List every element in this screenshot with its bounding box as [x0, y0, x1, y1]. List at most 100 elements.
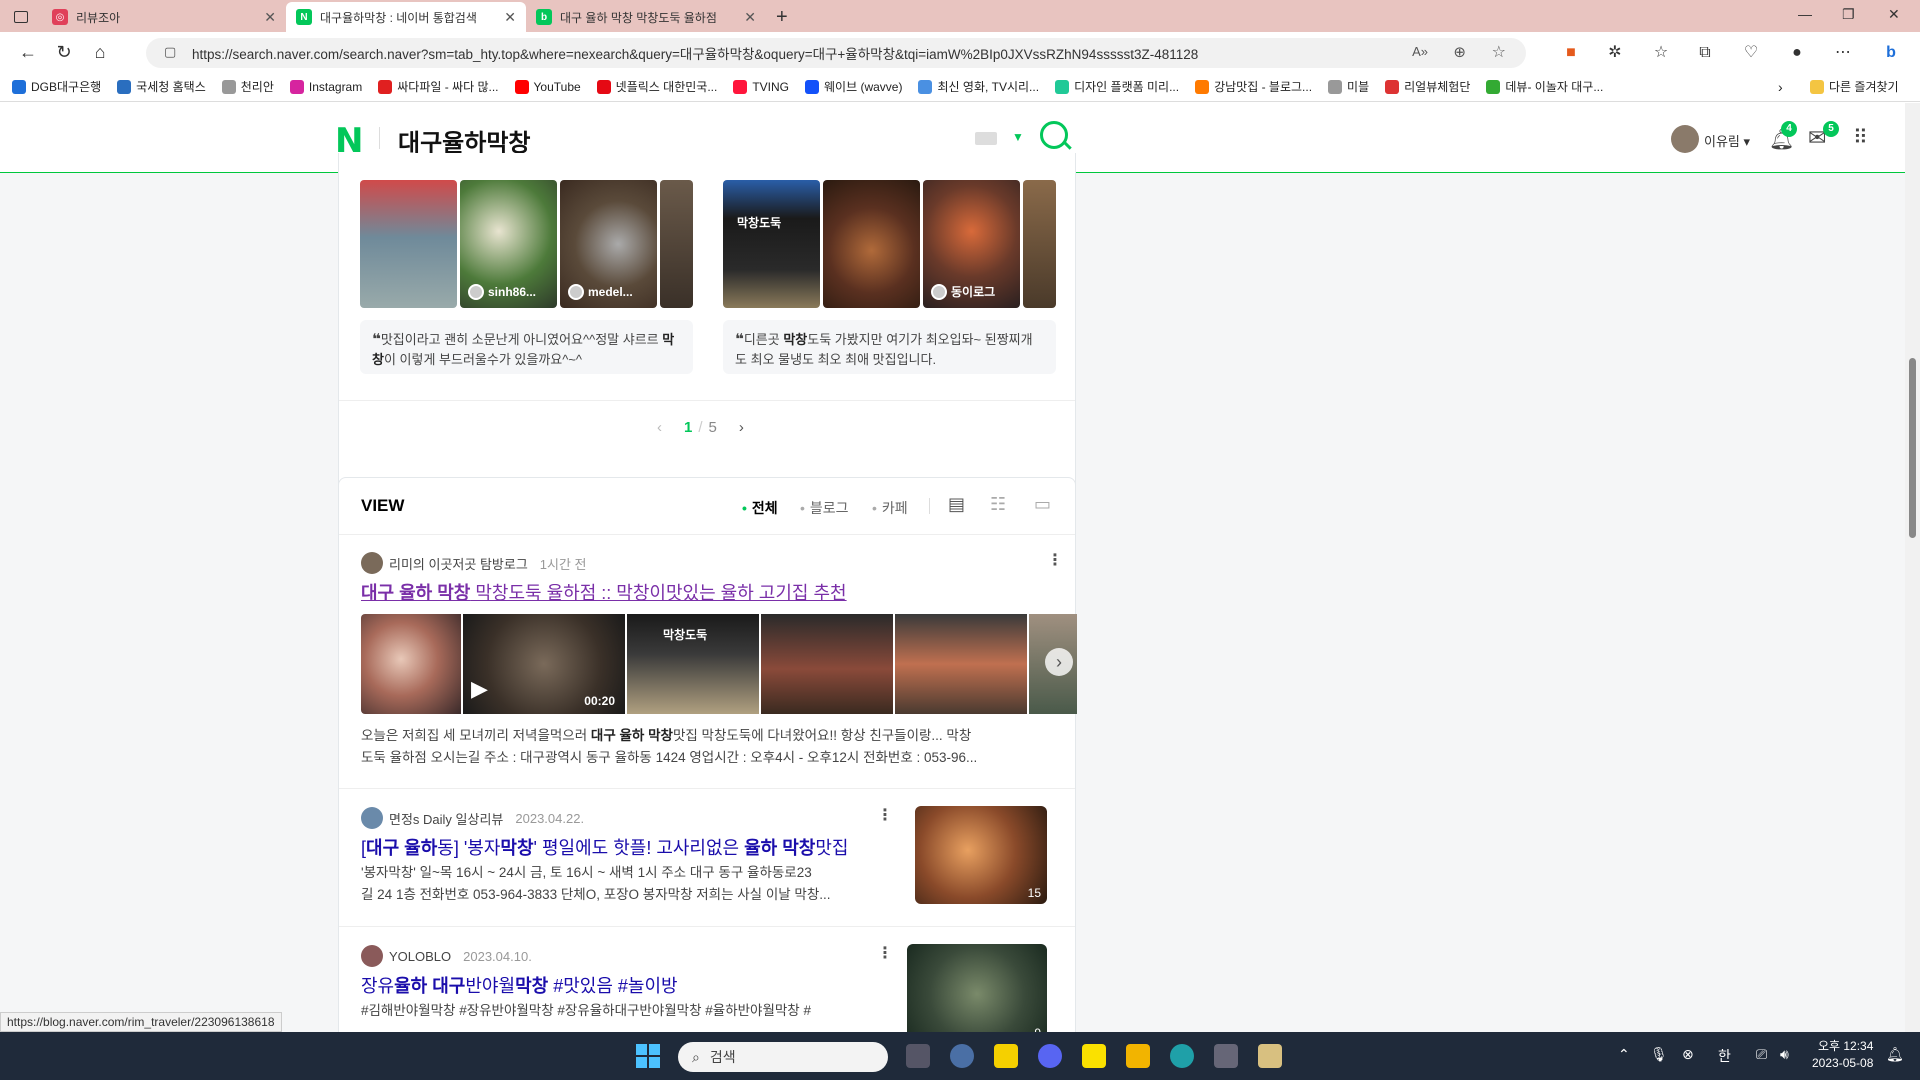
bookmarks-overflow-icon[interactable]: › — [1778, 79, 1783, 95]
review-image[interactable]: 막창도둑 — [723, 180, 820, 308]
close-tab-icon[interactable]: ✕ — [264, 9, 276, 26]
review-image[interactable]: sinh86... — [460, 180, 557, 308]
post-thumbnail[interactable]: 15 — [915, 806, 1047, 904]
bookmark-item[interactable]: 디자인 플랫폼 미리... — [1055, 78, 1179, 95]
zoom-icon[interactable]: ⊕ — [1453, 43, 1466, 61]
bookmark-item[interactable]: 리얼뷰체험단 — [1385, 78, 1470, 95]
bookmark-item[interactable]: 천리안 — [221, 78, 274, 95]
restore-icon[interactable]: ❐ — [1842, 6, 1855, 23]
bing-copilot-icon[interactable]: b — [1878, 40, 1904, 66]
tab-naver-search[interactable]: N 대구율하막창 : 네이버 통합검색 ✕ — [286, 2, 526, 32]
extension-icon[interactable]: ■ — [1558, 40, 1584, 66]
favorite-star-icon[interactable]: ☆ — [1492, 42, 1506, 62]
bookmark-item[interactable]: 웨이브 (wavve) — [805, 78, 902, 95]
close-window-icon[interactable]: ✕ — [1888, 6, 1900, 23]
post-image[interactable]: 막창도둑 — [627, 614, 759, 714]
kakaotalk-icon[interactable] — [1082, 1044, 1106, 1068]
review-image[interactable]: 동이로그 — [923, 180, 1020, 308]
back-icon[interactable]: ← — [10, 42, 46, 63]
bookmark-item[interactable]: 미블 — [1328, 78, 1369, 95]
chevron-right-icon[interactable]: › — [1045, 648, 1073, 676]
tab-review[interactable]: ◎ 리뷰조아 ✕ — [42, 2, 286, 32]
review-image[interactable] — [1023, 180, 1056, 308]
task-view-icon[interactable] — [906, 1044, 930, 1068]
close-circle-icon[interactable]: ⊗ — [1682, 1046, 1694, 1063]
post-author[interactable]: 리미의 이곳저곳 탐방로그 1시간 전 — [361, 552, 587, 574]
username-menu[interactable]: 이유림 ▾ — [1704, 131, 1750, 150]
post-image[interactable] — [895, 614, 1027, 714]
address-bar[interactable]: ▢ https://search.naver.com/search.naver?… — [146, 38, 1526, 68]
bookmark-item[interactable]: 싸다파일 - 싸다 많... — [378, 78, 499, 95]
close-tab-icon[interactable]: ✕ — [744, 9, 756, 26]
home-icon[interactable]: ⌂ — [82, 42, 118, 63]
post-title-link[interactable]: [대구 율하동] '봉자막창' 평일에도 핫플! 고사리없은 율하 막창맛집 — [361, 834, 849, 860]
filter-tab-cafe[interactable]: 카페 — [872, 498, 908, 518]
review-image[interactable] — [660, 180, 693, 308]
post-author[interactable]: YOLOBLO 2023.04.10. — [361, 945, 532, 967]
keyboard-icon[interactable] — [975, 132, 997, 145]
chevron-left-icon[interactable]: ‹ — [657, 419, 662, 436]
post-video[interactable]: ▶ 00:20 — [463, 614, 625, 714]
microphone-icon[interactable]: 🎙︎ — [1650, 1046, 1668, 1063]
new-tab-button[interactable]: + — [766, 2, 806, 32]
minimize-icon[interactable]: — — [1798, 6, 1812, 22]
page-scrollbar[interactable] — [1905, 103, 1920, 1032]
tab-actions-button[interactable] — [0, 2, 42, 32]
video-view-icon[interactable]: ▭ — [1034, 494, 1051, 515]
chevron-right-icon[interactable]: › — [739, 419, 744, 436]
card-view-icon[interactable]: ☷ — [990, 494, 1006, 515]
other-favorites-folder[interactable]: 다른 즐겨찾기 — [1810, 78, 1899, 95]
bookmark-item[interactable]: DGB대구은행 — [12, 78, 101, 95]
system-clock[interactable]: 오후 12:34 2023-05-08 — [1812, 1038, 1873, 1072]
bookmark-item[interactable]: TVING — [733, 79, 789, 94]
avatar[interactable] — [1671, 125, 1699, 153]
more-options-icon[interactable]: ⋮ — [877, 943, 893, 963]
taskbar-search[interactable]: ⌕ 검색 — [678, 1042, 888, 1072]
more-options-icon[interactable]: ⋮ — [877, 805, 893, 825]
collections-icon[interactable]: ⧉ — [1692, 40, 1718, 66]
bookmark-item[interactable]: Instagram — [289, 79, 362, 94]
page-info-icon[interactable]: ▢ — [164, 44, 176, 60]
profile-icon[interactable]: ● — [1784, 40, 1810, 66]
filter-tab-blog[interactable]: 블로그 — [800, 498, 849, 518]
notification-icon[interactable]: 🔔︎ — [1886, 1046, 1904, 1063]
bookmark-item[interactable]: 넷플릭스 대한민국... — [596, 78, 717, 95]
bookmark-item[interactable]: 강남맛집 - 블로그... — [1195, 78, 1312, 95]
chevron-down-icon[interactable]: ▼ — [1012, 130, 1024, 144]
apps-grid-icon[interactable]: ⠿ — [1853, 125, 1868, 150]
read-aloud-icon[interactable]: A» — [1412, 44, 1428, 59]
network-icon[interactable]: ⎚ — [1756, 1046, 1767, 1063]
search-icon[interactable] — [1040, 121, 1068, 149]
more-menu-icon[interactable]: ⋯ — [1830, 40, 1856, 66]
review-image[interactable] — [360, 180, 457, 308]
post-image[interactable] — [761, 614, 893, 714]
post-title-link[interactable]: 대구 율하 막창 막창도둑 율하점 :: 막창이맛있는 율하 고기집 추천 — [361, 579, 847, 605]
file-explorer-icon[interactable] — [1126, 1044, 1150, 1068]
sticky-notes-icon[interactable] — [994, 1044, 1018, 1068]
bookmark-item[interactable]: YouTube — [514, 79, 581, 94]
bookmark-item[interactable]: 국세청 홈택스 — [117, 78, 206, 95]
review-quote[interactable]: ❝디른곳 막창도둑 가봤지만 여기가 최오입돠~ 된짱찌개도 최오 물냉도 최오… — [723, 320, 1056, 374]
ime-indicator[interactable]: 한 — [1718, 1046, 1731, 1066]
performance-icon[interactable]: ♡ — [1738, 40, 1764, 66]
post-thumbnail[interactable]: 9 — [907, 944, 1047, 1032]
scrollbar-thumb[interactable] — [1909, 358, 1916, 538]
discord-icon[interactable] — [1038, 1044, 1062, 1068]
filter-tab-all[interactable]: 전체 — [742, 498, 778, 518]
refresh-icon[interactable]: ↻ — [46, 42, 82, 63]
more-options-icon[interactable]: ⋮ — [1047, 550, 1063, 570]
post-title-link[interactable]: 장유율하 대구반야월막창 #맛있음 #놀이방 — [361, 972, 678, 998]
review-quote[interactable]: ❝맛집이라고 괜히 소문난게 아니였어요^^정말 샤르르 막창이 이렇게 부드러… — [360, 320, 693, 374]
windows-start-icon[interactable] — [636, 1044, 660, 1068]
favorites-icon[interactable]: ☆ — [1648, 40, 1674, 66]
close-tab-icon[interactable]: ✕ — [504, 9, 516, 26]
volume-icon[interactable]: 🔊︎ — [1780, 1046, 1789, 1063]
settings-icon[interactable] — [950, 1044, 974, 1068]
chevron-up-icon[interactable]: ⌃ — [1618, 1046, 1630, 1063]
tab-blog[interactable]: b 대구 율하 막창 막창도둑 율하점 ✕ — [526, 2, 766, 32]
post-image[interactable] — [361, 614, 461, 714]
review-image[interactable] — [823, 180, 920, 308]
bookmark-item[interactable]: 최신 영화, TV시리... — [918, 78, 1039, 95]
app-icon[interactable] — [1258, 1044, 1282, 1068]
edge-browser-icon[interactable] — [1170, 1044, 1194, 1068]
